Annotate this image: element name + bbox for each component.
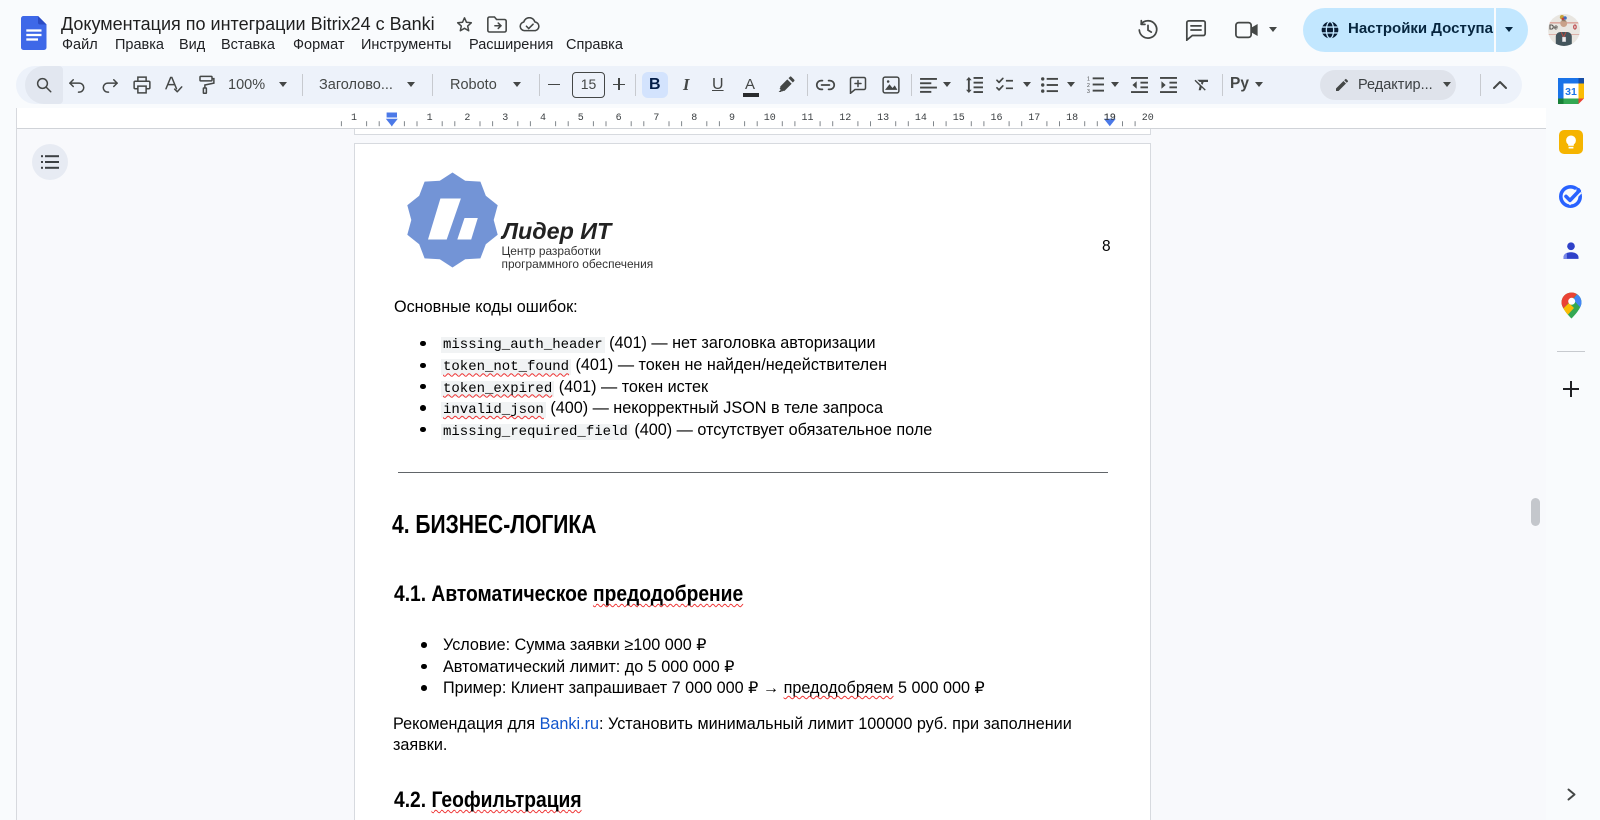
svg-text:1: 1 bbox=[1087, 77, 1090, 83]
svg-text:1: 1 bbox=[427, 113, 433, 124]
svg-text:12: 12 bbox=[839, 113, 851, 124]
svg-text:7: 7 bbox=[653, 113, 659, 124]
svg-text:1: 1 bbox=[351, 113, 357, 124]
svg-text:4: 4 bbox=[540, 113, 546, 124]
svg-text:19: 19 bbox=[1104, 113, 1116, 124]
svg-text:6: 6 bbox=[616, 113, 622, 124]
svg-text:18: 18 bbox=[1066, 113, 1078, 124]
svg-text:5: 5 bbox=[578, 113, 584, 124]
svg-text:17: 17 bbox=[1028, 113, 1040, 124]
svg-text:3: 3 bbox=[1087, 89, 1090, 93]
svg-text:16: 16 bbox=[990, 113, 1002, 124]
svg-text:0: 0 bbox=[1573, 25, 1577, 32]
svg-text:2: 2 bbox=[1087, 83, 1090, 89]
svg-text:15: 15 bbox=[953, 113, 965, 124]
svg-text:11: 11 bbox=[801, 113, 813, 124]
svg-text:3: 3 bbox=[502, 113, 508, 124]
svg-text:20: 20 bbox=[1142, 113, 1154, 124]
svg-text:9: 9 bbox=[729, 113, 735, 124]
svg-text:14: 14 bbox=[915, 113, 927, 124]
svg-text:De: De bbox=[1549, 25, 1558, 32]
svg-text:31: 31 bbox=[1565, 86, 1577, 98]
svg-text:13: 13 bbox=[877, 113, 889, 124]
svg-text:2: 2 bbox=[464, 113, 470, 124]
svg-text:8: 8 bbox=[691, 113, 697, 124]
svg-text:10: 10 bbox=[764, 113, 776, 124]
